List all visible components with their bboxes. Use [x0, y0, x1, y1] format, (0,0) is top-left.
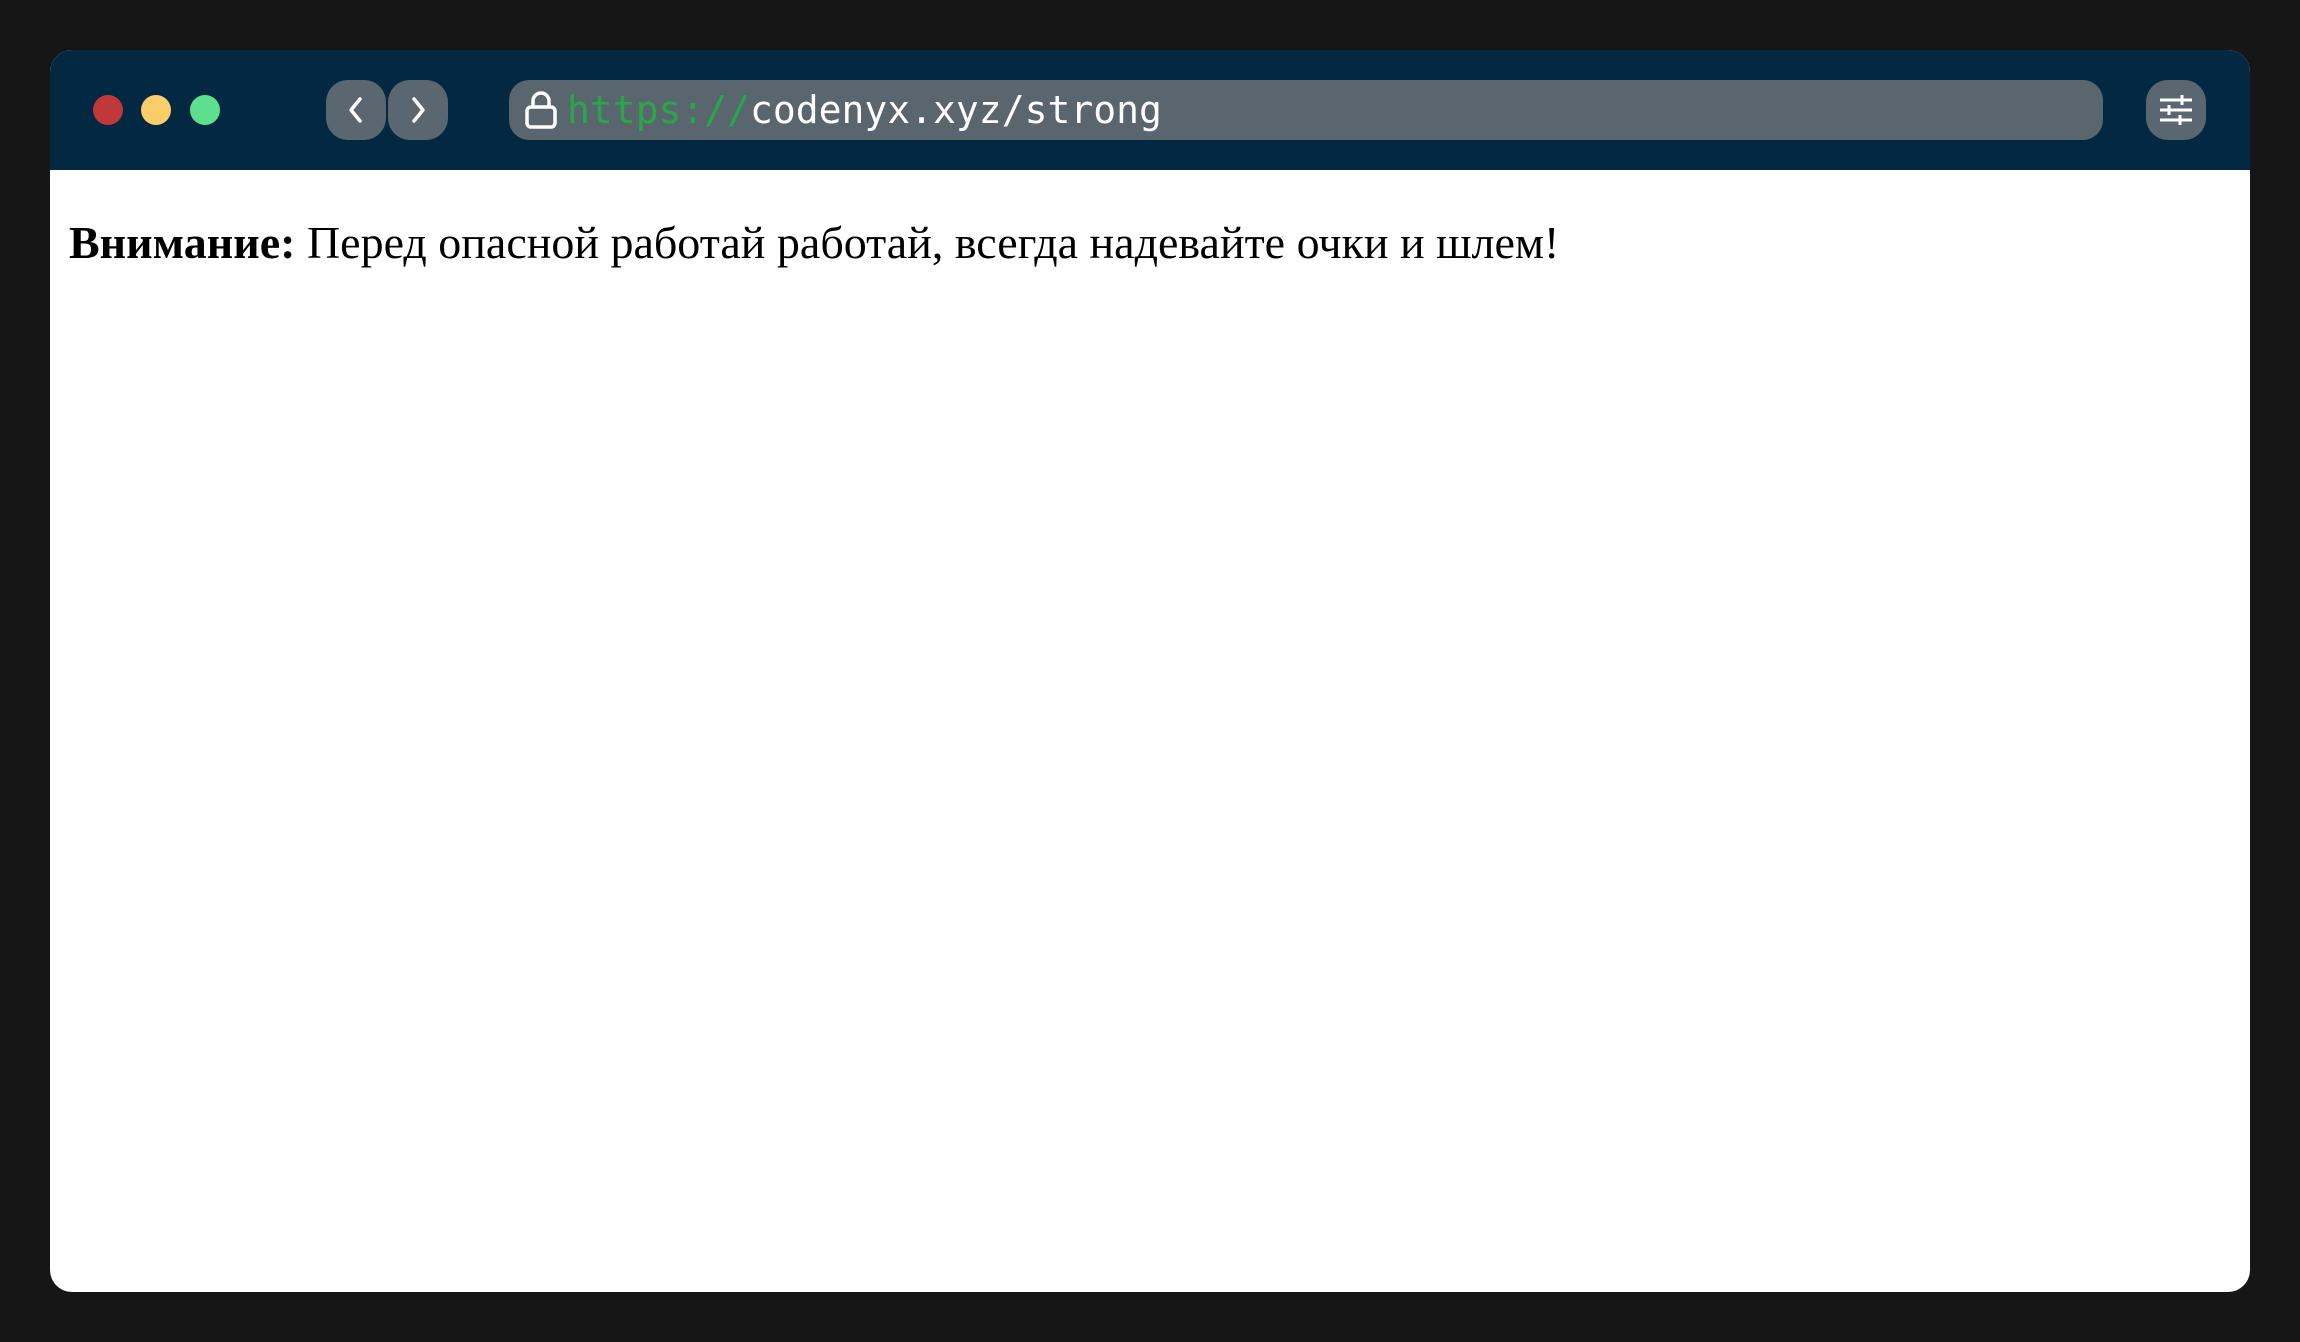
back-button[interactable]: [326, 80, 386, 140]
close-window-button[interactable]: [93, 95, 123, 125]
maximize-window-button[interactable]: [190, 95, 220, 125]
chevron-left-icon: [349, 97, 362, 123]
sliders-icon: [2160, 95, 2192, 125]
warning-text: Перед опасной работай работай, всегда на…: [295, 217, 1560, 268]
settings-button[interactable]: [2146, 80, 2206, 140]
url-text: codenyx.xyz/strong: [750, 88, 1162, 132]
minimize-window-button[interactable]: [141, 95, 171, 125]
address-bar[interactable]: https://codenyx.xyz/strong: [509, 80, 2103, 140]
lock-icon: [523, 90, 559, 130]
url-scheme: https://: [567, 88, 751, 132]
warning-label: Внимание:: [69, 217, 296, 268]
chevron-right-icon: [412, 97, 425, 123]
forward-button[interactable]: [388, 80, 448, 140]
warning-paragraph: Внимание: Перед опасной работай работай,…: [69, 216, 1559, 269]
